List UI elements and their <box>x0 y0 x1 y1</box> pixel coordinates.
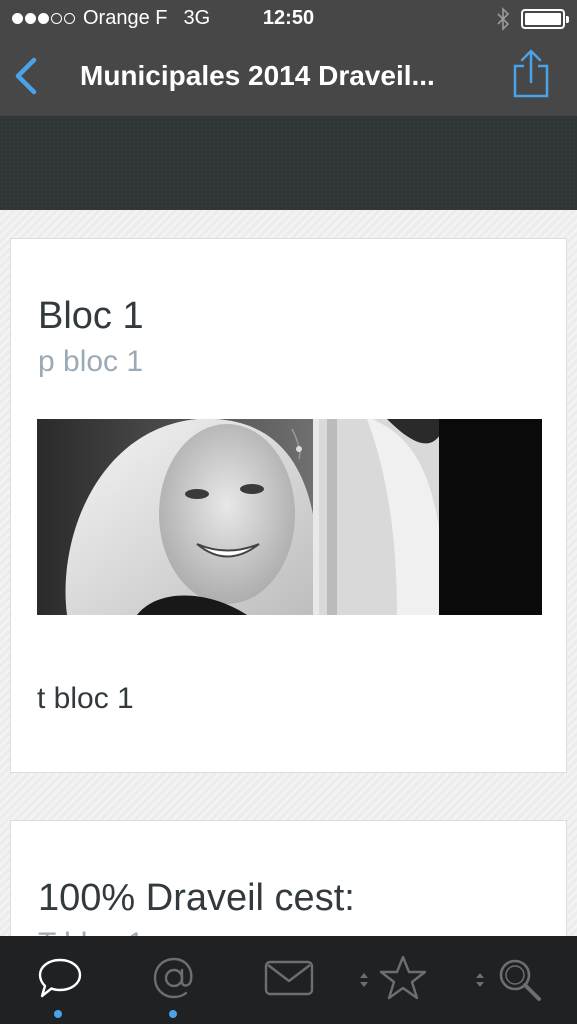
reorder-handle-icon <box>360 973 368 987</box>
at-sign-icon <box>153 957 193 999</box>
share-button[interactable] <box>511 48 551 100</box>
content-card: Bloc 1 p bloc 1 t bloc 1 <box>10 238 567 773</box>
battery-icon <box>521 9 569 29</box>
navigation-bar: Municipales 2014 Draveil... <box>0 38 577 116</box>
card-body-text: t bloc 1 <box>37 682 134 715</box>
chat-bubble-icon <box>38 958 82 998</box>
search-icon <box>499 959 541 1001</box>
star-icon <box>379 955 427 1000</box>
tab-bar <box>0 936 577 1024</box>
portrait-photo <box>37 419 542 615</box>
status-right <box>497 7 569 31</box>
tab-active-indicator <box>54 1010 62 1018</box>
content-card: 100% Draveil cest: T bloc 1 <box>10 820 567 936</box>
tab-favorites[interactable] <box>350 936 460 1024</box>
card-photo <box>37 419 542 615</box>
card-title: Bloc 1 <box>38 295 144 337</box>
card-title: 100% Draveil cest: <box>38 877 355 919</box>
envelope-icon <box>264 960 314 996</box>
header-banner <box>0 116 577 210</box>
tab-messages[interactable] <box>234 936 344 1024</box>
card-subtitle: p bloc 1 <box>38 345 144 378</box>
bluetooth-icon <box>497 7 509 31</box>
content-scroll-area[interactable]: Bloc 1 p bloc 1 t bloc 1 100% Draveil ce… <box>0 210 577 936</box>
tab-indicator <box>169 1010 177 1018</box>
tab-chat[interactable] <box>4 936 114 1024</box>
status-time: 12:50 <box>262 7 315 29</box>
tab-search[interactable] <box>466 936 576 1024</box>
chevron-left-icon <box>15 57 37 95</box>
card-subtitle: T bloc 1 <box>38 927 144 936</box>
back-button[interactable] <box>12 56 42 96</box>
status-bar: Orange F 3G 12:50 <box>0 0 577 38</box>
battery-fill <box>525 13 561 25</box>
tab-mentions[interactable] <box>118 936 228 1024</box>
reorder-handle-icon <box>476 973 484 987</box>
share-icon <box>513 49 549 98</box>
page-title: Municipales 2014 Draveil... <box>80 60 435 91</box>
